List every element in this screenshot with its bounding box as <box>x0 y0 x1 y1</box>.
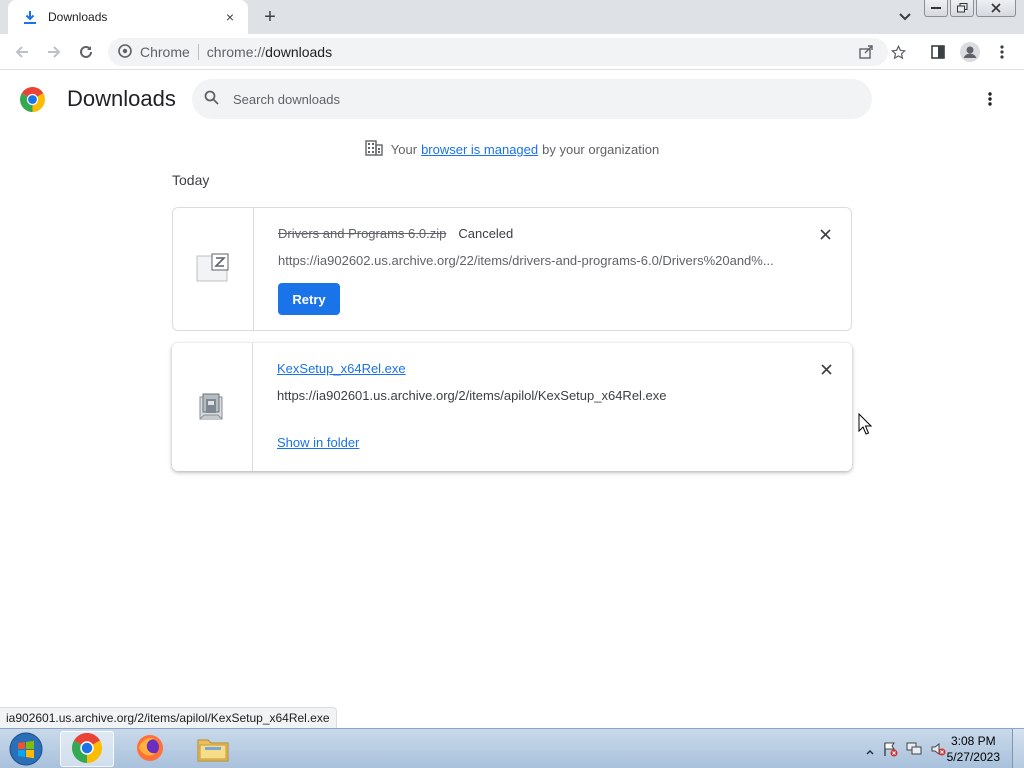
window-close-icon[interactable] <box>976 0 1016 17</box>
search-input[interactable] <box>233 91 833 107</box>
tab-downloads[interactable]: Downloads × <box>8 0 248 34</box>
firefox-icon <box>135 733 165 766</box>
window-controls <box>924 0 1016 17</box>
restore-icon[interactable] <box>950 0 974 17</box>
start-button[interactable] <box>4 731 48 767</box>
exe-file-icon <box>198 391 226 424</box>
remove-close-icon[interactable] <box>817 226 833 242</box>
bookmark-star-icon[interactable] <box>886 40 910 64</box>
download-icon <box>22 9 38 25</box>
share-icon[interactable] <box>854 40 878 64</box>
taskbar: 3:08 PM 5/27/2023 <box>0 728 1024 768</box>
omnibox-separator <box>197 44 199 60</box>
back-arrow-icon[interactable] <box>10 40 34 64</box>
file-url[interactable]: https://ia902601.us.archive.org/2/items/… <box>277 388 777 403</box>
file-name-link[interactable]: KexSetup_x64Rel.exe <box>277 361 406 376</box>
mouse-cursor-icon <box>858 412 873 438</box>
taskbar-chrome[interactable] <box>60 731 114 767</box>
file-name: Drivers and Programs 6.0.zip <box>278 226 447 241</box>
chrome-taskbar-icon <box>71 732 103 766</box>
url-scheme: chrome:// <box>206 44 266 60</box>
file-url[interactable]: https://ia902602.us.archive.org/22/items… <box>278 253 778 268</box>
tab-title: Downloads <box>48 10 108 24</box>
zip-file-icon <box>196 253 230 286</box>
new-tab-button[interactable]: + <box>258 6 282 28</box>
profile-avatar-icon[interactable] <box>958 40 982 64</box>
show-in-folder-link[interactable]: Show in folder <box>277 435 359 450</box>
download-status: Canceled <box>458 226 514 241</box>
taskbar-clock[interactable]: 3:08 PM 5/27/2023 <box>947 733 1000 765</box>
clock-time: 3:08 PM <box>950 734 996 748</box>
download-item: Drivers and Programs 6.0.zip Canceled ht… <box>172 207 852 331</box>
search-icon <box>204 90 219 108</box>
date-header: Today <box>172 172 210 188</box>
retry-button[interactable]: Retry <box>278 283 340 315</box>
site-label: Chrome <box>140 44 190 60</box>
managed-prefix: Your <box>390 142 418 157</box>
taskbar-firefox[interactable] <box>123 731 177 767</box>
downloads-header: Downloads <box>0 71 1024 127</box>
show-desktop-button[interactable] <box>1012 729 1024 768</box>
forward-arrow-icon[interactable] <box>42 40 66 64</box>
folder-icon <box>197 734 229 765</box>
url-host: downloads <box>265 44 333 60</box>
clock-date: 5/27/2023 <box>946 750 1000 764</box>
download-details: Drivers and Programs 6.0.zip Canceled ht… <box>254 208 851 330</box>
managed-notice: Your browser is managed by your organiza… <box>0 140 1024 159</box>
chrome-logo-icon <box>19 86 46 112</box>
page-title: Downloads <box>67 86 176 111</box>
minimize-icon[interactable] <box>924 0 948 17</box>
file-icon-column <box>173 208 254 330</box>
volume-muted-icon[interactable] <box>930 741 946 760</box>
file-icon-column <box>172 343 253 471</box>
address-bar[interactable]: Chrome chrome:// downloads <box>108 38 888 66</box>
more-actions-icon[interactable] <box>980 89 1000 109</box>
tab-strip: Downloads × + <box>0 0 1024 34</box>
chrome-menu-icon[interactable] <box>990 40 1014 64</box>
search-downloads-box[interactable] <box>192 79 872 119</box>
tab-search-chevron-icon[interactable] <box>895 8 915 26</box>
download-item: KexSetup_x64Rel.exe https://ia902601.us.… <box>172 343 852 471</box>
chrome-site-icon <box>118 43 132 61</box>
remove-close-icon[interactable] <box>818 361 834 377</box>
browser-managed-link[interactable]: browser is managed <box>421 142 538 157</box>
reload-icon[interactable] <box>74 40 98 64</box>
tab-close-icon[interactable]: × <box>222 9 238 25</box>
action-center-flag-icon[interactable] <box>882 741 898 760</box>
show-hidden-icons-chevron-icon[interactable] <box>866 743 874 758</box>
download-details: KexSetup_x64Rel.exe https://ia902601.us.… <box>253 343 852 471</box>
browser-toolbar: Chrome chrome:// downloads <box>0 34 1024 70</box>
side-panel-icon[interactable] <box>926 40 950 64</box>
network-icon[interactable] <box>906 741 922 760</box>
building-icon <box>365 140 383 159</box>
taskbar-explorer[interactable] <box>186 731 240 767</box>
managed-suffix: by your organization <box>542 142 660 157</box>
link-status-bubble: ia902601.us.archive.org/2/items/apilol/K… <box>0 707 337 728</box>
system-tray <box>866 741 946 760</box>
